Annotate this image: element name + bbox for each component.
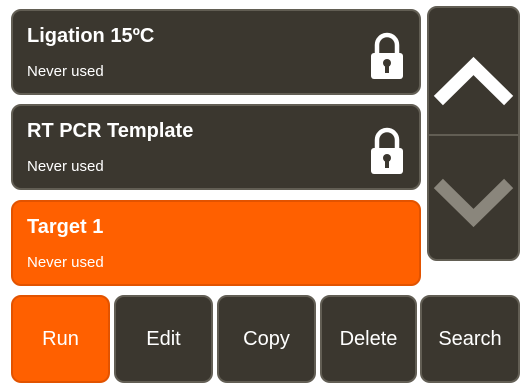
delete-button[interactable]: Delete	[320, 295, 417, 383]
protocol-name: Target 1	[27, 216, 104, 238]
protocol-item-selected[interactable]: Target 1 Never used	[11, 200, 421, 286]
protocol-status: Never used	[27, 254, 104, 271]
edit-button[interactable]: Edit	[114, 295, 213, 383]
protocol-name: RT PCR Template	[27, 120, 194, 142]
search-button[interactable]: Search	[420, 295, 520, 383]
scroll-control	[427, 6, 520, 261]
protocol-status: Never used	[27, 63, 104, 80]
protocol-item[interactable]: RT PCR Template Never used	[11, 104, 421, 190]
scroll-up-button[interactable]	[429, 8, 518, 132]
protocol-item[interactable]: Ligation 15ºC Never used	[11, 9, 421, 95]
protocol-status: Never used	[27, 158, 104, 175]
chevron-up-icon	[433, 56, 514, 106]
chevron-down-icon	[433, 178, 514, 228]
protocol-name: Ligation 15ºC	[27, 25, 155, 47]
copy-button[interactable]: Copy	[217, 295, 316, 383]
lock-icon	[371, 127, 403, 174]
scroll-down-button[interactable]	[429, 136, 518, 259]
lock-icon	[371, 32, 403, 79]
run-button[interactable]: Run	[11, 295, 110, 383]
